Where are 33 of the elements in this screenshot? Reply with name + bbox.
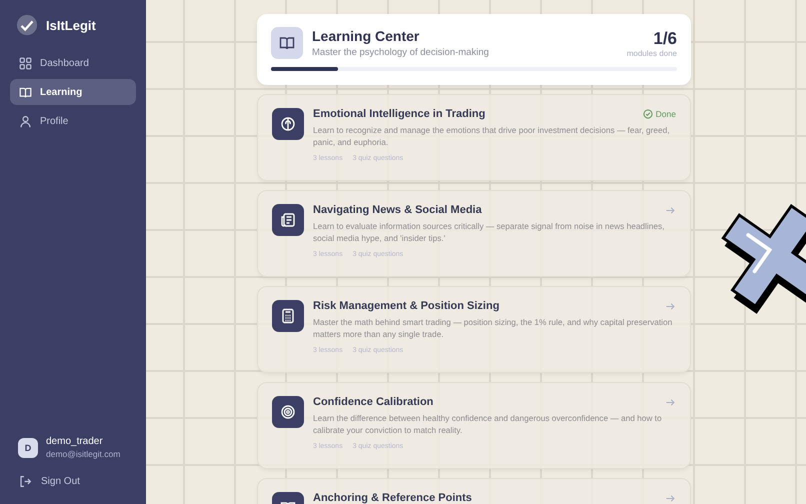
calculator-icon [272,300,304,332]
module-description: Master the math behind smart trading — position sizing, the 1% rule, and why capital preservation matters more than any single trade. [313,316,674,340]
user-avatar: D [18,438,38,458]
module-description: Learn to evaluate information sources critically — separate signal from noise in news headlines, social media hype, and 'insider tips.' [313,220,666,244]
module-title: Confidence Calibration [313,396,434,408]
grid-icon [19,56,32,70]
check-circle-icon [642,109,653,119]
module-title: Emotional Intelligence in Trading [313,108,486,120]
book-icon [271,27,303,59]
module-card[interactable]: Anchoring & Reference Points [257,478,691,504]
user-email: demo@isitlegit.com [46,449,120,459]
modules-count: 1/6 [653,28,677,48]
module-description: Learn to recognize and manage the emotions that drive poor investment decisions — fear, greed, panic, and euphoria. [313,124,671,148]
logo-icon [16,14,38,36]
book-icon [19,86,32,98]
user-name: demo_trader [46,436,104,447]
page-title: Learning Center [312,28,420,44]
sign-out-icon [19,475,32,488]
module-title: Risk Management & Position Sizing [313,300,500,312]
newspaper-icon [272,204,304,236]
person-icon [19,114,32,128]
page-subtitle: Master the psychology of decision-making [312,47,490,58]
nav-item[interactable]: Learning [10,79,136,105]
nav-item[interactable]: Dashboard [10,50,136,76]
nav-item[interactable]: Profile [10,108,136,134]
modules-count-label: modules done [626,48,677,58]
module-title: Navigating News & Social Media [313,204,482,216]
sign-out-link[interactable]: Sign Out [10,475,136,492]
target-icon [272,396,304,428]
done-status: Done [656,109,676,119]
brand-name: IsItLegit [46,18,96,32]
module-description: Learn the difference between healthy confidence and dangerous overconfidence — and how to calibrate your conviction to match reality. [313,412,663,436]
module-title: Anchoring & Reference Points [313,492,472,504]
